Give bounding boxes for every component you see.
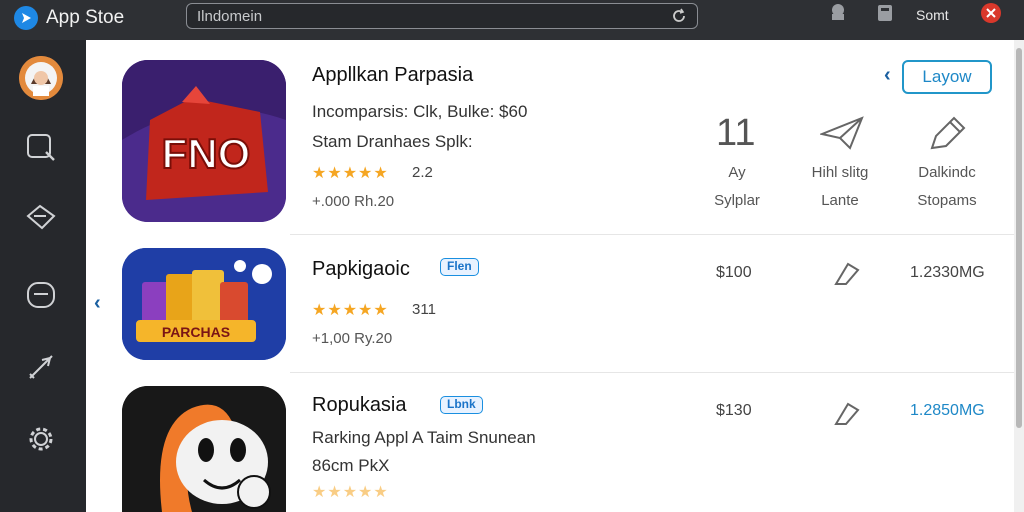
chevron-left-icon[interactable]: ‹	[94, 292, 101, 315]
bell-icon[interactable]	[828, 2, 848, 29]
refresh-icon[interactable]	[671, 8, 687, 29]
sidebar	[0, 40, 86, 512]
app-icon-1-label: FNO	[162, 130, 251, 177]
row-divider-1	[290, 234, 1014, 235]
rating-count-2: 311	[412, 301, 436, 318]
star-rating-2: ★★★★★	[312, 302, 389, 319]
pencil-icon[interactable]	[926, 112, 968, 159]
stat1-line1: Ay	[728, 164, 746, 181]
row-divider-2	[290, 372, 1014, 373]
app-price-1: +.000 Rh.20	[312, 193, 395, 210]
col-size-3: 1.2850MG	[910, 402, 985, 419]
app-meta-3b: 86cm PkX	[312, 456, 390, 475]
app-icon-3[interactable]	[122, 386, 286, 512]
trash-icon[interactable]	[876, 2, 894, 29]
rating-count-1: 2.2	[412, 164, 433, 181]
tag-icon[interactable]	[24, 200, 58, 234]
status-badge-2: Flen	[440, 258, 479, 276]
top-bar: App Stoe Ilndomein Somt	[0, 0, 1024, 40]
app-meta-1a: Incomparsis: Clk, Bulke: $60	[312, 102, 528, 121]
app-name-1[interactable]: Appllkan Parpasia	[312, 64, 473, 87]
app-name-2[interactable]: Papkigaoic	[312, 258, 410, 281]
scroll-thumb[interactable]	[1016, 48, 1022, 428]
stat2-line2: Lante	[821, 192, 859, 209]
gear-icon[interactable]	[24, 422, 58, 456]
app-title: App Stoe	[46, 7, 125, 28]
stat3-line2: Stopams	[917, 192, 977, 209]
stat3-line1: Dalkindc	[918, 164, 976, 181]
chart-icon[interactable]	[832, 398, 862, 433]
app-icon-2-label: PARCHAS	[162, 324, 230, 340]
search-input[interactable]: Ilndomein	[186, 3, 698, 29]
stat2-line1: Hihl slitg	[811, 164, 869, 181]
status-badge-3: Lbnk	[440, 396, 483, 414]
col-price-3: $130	[716, 402, 752, 419]
rocket-icon[interactable]	[24, 350, 58, 384]
col-price-2: $100	[716, 264, 752, 281]
col-size-2: 1.2330MG	[910, 264, 985, 281]
scrollbar[interactable]	[1014, 40, 1024, 512]
search-icon[interactable]	[24, 130, 58, 164]
layow-button[interactable]: Layow	[902, 60, 992, 94]
avatar[interactable]	[19, 56, 63, 100]
send-icon[interactable]	[818, 114, 864, 157]
user-label[interactable]: Somt	[916, 7, 949, 23]
inbox-icon[interactable]	[24, 278, 58, 312]
brand[interactable]: App Stoe	[14, 6, 124, 30]
app-price-2: +1,00 Ry.20	[312, 330, 393, 347]
chart-icon[interactable]	[832, 258, 862, 293]
stat1-line2: Sylplar	[714, 192, 760, 209]
app-name-3[interactable]: Ropukasia	[312, 394, 407, 417]
star-rating-3: ★★★★★	[312, 484, 389, 501]
app-meta-1b: Stam Dranhaes Splk:	[312, 132, 473, 151]
app-meta-3a: Rarking Appl A Taim Snunean	[312, 428, 536, 447]
search-value: Ilndomein	[197, 8, 263, 25]
app-store-logo	[14, 6, 38, 30]
close-icon[interactable]	[980, 2, 1002, 29]
app-icon-2[interactable]: PARCHAS	[122, 248, 286, 360]
app-icon-1[interactable]: FNO	[122, 60, 286, 222]
star-rating-1: ★★★★★	[312, 165, 389, 182]
chevron-left-icon[interactable]: ‹	[884, 64, 891, 87]
stat-number: 11	[716, 112, 756, 154]
